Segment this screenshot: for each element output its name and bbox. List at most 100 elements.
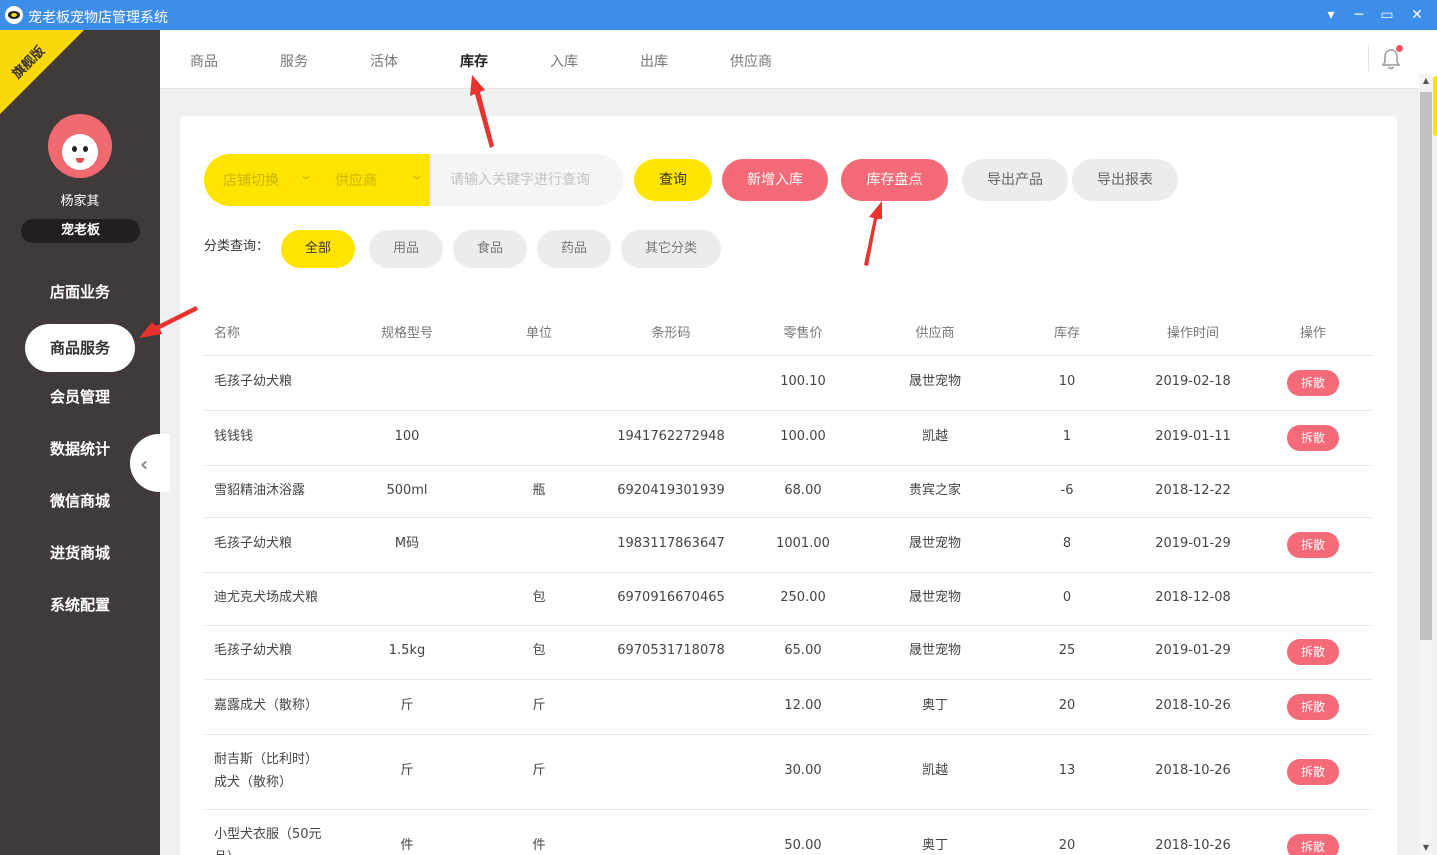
split-button[interactable]: 拆散 xyxy=(1287,370,1339,396)
split-button[interactable]: 拆散 xyxy=(1287,532,1339,558)
cell-spec: 1.5kg xyxy=(388,643,426,658)
cell-name: 毛孩子幼犬粮 xyxy=(214,536,293,551)
split-button[interactable]: 拆散 xyxy=(1287,834,1339,855)
cell-name: 雪貂精油沐浴露 xyxy=(214,483,306,498)
export-report-button[interactable]: 导出报表 xyxy=(1072,159,1178,201)
cell-unit: 瓶 xyxy=(532,483,546,498)
cell-supplier: 晟世宠物 xyxy=(908,643,961,658)
supplier-select[interactable]: 供应商 xyxy=(335,170,377,190)
store-switch-select[interactable]: 店铺切换 xyxy=(223,170,279,190)
sidebar-item-members[interactable]: 会员管理 xyxy=(25,373,135,421)
row-divider xyxy=(204,572,1373,573)
notification-dot xyxy=(1396,45,1403,52)
stocktake-button[interactable]: 库存盘点 xyxy=(841,159,948,201)
cell-name: 毛孩子幼犬粮 xyxy=(214,374,293,389)
cell-unit: 斤 xyxy=(532,698,546,713)
cell-spec: 500ml xyxy=(386,483,428,498)
split-button[interactable]: 拆散 xyxy=(1287,694,1339,720)
cell-time: 2019-01-29 xyxy=(1155,536,1231,551)
cell-name: 小型犬衣服（50元 xyxy=(214,827,322,842)
dropdown-menu-icon[interactable]: ▾ xyxy=(1318,3,1344,27)
category-food[interactable]: 食品 xyxy=(453,230,527,268)
cell-supplier: 奥丁 xyxy=(921,698,948,713)
new-stock-in-button[interactable]: 新增入库 xyxy=(722,159,828,201)
cell-name: 钱钱钱 xyxy=(214,429,254,444)
cell-name: 耐吉斯（比利时） xyxy=(214,752,319,767)
chevron-left-icon: ‹ xyxy=(140,452,149,476)
tab-stock-in[interactable]: 入库 xyxy=(550,51,578,71)
split-button[interactable]: 拆散 xyxy=(1287,425,1339,451)
sidebar-item-statistics[interactable]: 数据统计 xyxy=(25,425,135,473)
search-group: 店铺切换 ⌄ 供应商 ⌄ xyxy=(204,154,623,206)
cell-unit: 斤 xyxy=(532,763,546,778)
cell-time: 2019-02-18 xyxy=(1155,374,1231,389)
row-divider xyxy=(204,355,1373,356)
cell-time: 2018-10-26 xyxy=(1155,838,1231,853)
cell-supplier: 贵宾之家 xyxy=(908,483,961,498)
maximize-icon[interactable]: ▭ xyxy=(1374,3,1400,27)
scroll-up-icon[interactable]: ▲ xyxy=(1419,74,1433,88)
cell-supplier: 晟世宠物 xyxy=(908,374,961,389)
cell-unit: 件 xyxy=(532,838,546,853)
category-all[interactable]: 全部 xyxy=(281,230,355,268)
sidebar-item-store-business[interactable]: 店面业务 xyxy=(25,268,135,316)
scroll-down-icon[interactable]: ▼ xyxy=(1419,841,1433,855)
close-icon[interactable]: ✕ xyxy=(1404,3,1430,27)
column-header-name: 名称 xyxy=(214,326,241,341)
cell-barcode: 1983117863647 xyxy=(617,536,725,551)
sidebar: 旗舰版 杨家其 宠老板 店面业务 商品服务 会员管理 数据统计 微信商城 进货商… xyxy=(0,30,160,855)
tab-goods[interactable]: 商品 xyxy=(190,51,218,71)
cell-stock: 1 xyxy=(1062,429,1072,444)
cell-price: 100.10 xyxy=(780,374,826,389)
cell-price: 50.00 xyxy=(784,838,822,853)
column-header-time: 操作时间 xyxy=(1166,326,1219,341)
scrollbar-thumb[interactable] xyxy=(1420,92,1432,640)
sidebar-item-purchase-mall[interactable]: 进货商城 xyxy=(25,529,135,577)
query-button[interactable]: 查询 xyxy=(634,159,712,201)
cell-stock: 10 xyxy=(1058,374,1076,389)
search-input[interactable] xyxy=(430,154,623,206)
window-title: 宠老板宠物店管理系统 xyxy=(28,10,168,26)
row-divider xyxy=(204,465,1373,466)
cell-name: 毛孩子幼犬粮 xyxy=(214,643,293,658)
cell-stock: 13 xyxy=(1058,763,1076,778)
tab-live-animals[interactable]: 活体 xyxy=(370,51,398,71)
category-supplies[interactable]: 用品 xyxy=(369,230,443,268)
tab-stock-out[interactable]: 出库 xyxy=(640,51,668,71)
cell-stock: 20 xyxy=(1058,698,1076,713)
column-header-barcode: 条形码 xyxy=(651,326,691,341)
sidebar-item-settings[interactable]: 系统配置 xyxy=(25,581,135,629)
cell-spec: 斤 xyxy=(400,698,414,713)
cell-time: 2019-01-11 xyxy=(1155,429,1231,444)
cell-stock: -6 xyxy=(1060,483,1074,498)
cell-price: 250.00 xyxy=(780,590,826,605)
tab-suppliers[interactable]: 供应商 xyxy=(730,51,772,71)
cell-time: 2019-01-29 xyxy=(1155,643,1231,658)
export-products-button[interactable]: 导出产品 xyxy=(962,159,1068,201)
username: 杨家其 xyxy=(60,194,100,209)
category-medicine[interactable]: 药品 xyxy=(537,230,611,268)
cell-supplier: 晟世宠物 xyxy=(908,536,961,551)
cell-supplier: 奥丁 xyxy=(921,838,948,853)
sidebar-item-goods-services[interactable]: 商品服务 xyxy=(25,324,135,372)
split-button[interactable]: 拆散 xyxy=(1287,639,1339,665)
column-header-spec: 规格型号 xyxy=(380,326,433,341)
tab-inventory[interactable]: 库存 xyxy=(460,51,488,71)
tab-services[interactable]: 服务 xyxy=(280,51,308,71)
cell-spec: 斤 xyxy=(400,763,414,778)
sidebar-item-wechat-mall[interactable]: 微信商城 xyxy=(25,477,135,525)
minimize-icon[interactable]: ─ xyxy=(1346,3,1372,27)
cell-stock: 8 xyxy=(1062,536,1072,551)
cell-price: 30.00 xyxy=(784,763,822,778)
chevron-down-icon: ⌄ xyxy=(409,168,425,182)
split-button[interactable]: 拆散 xyxy=(1287,759,1339,785)
column-header-action: 操作 xyxy=(1299,326,1326,341)
cell-barcode: 6970531718078 xyxy=(617,643,725,658)
cell-price: 65.00 xyxy=(784,643,822,658)
cell-spec: 件 xyxy=(400,838,414,853)
cell-unit: 包 xyxy=(532,643,546,658)
avatar[interactable] xyxy=(48,114,112,178)
row-divider xyxy=(204,625,1373,626)
cell-name-line2: 品） xyxy=(214,847,240,855)
category-other[interactable]: 其它分类 xyxy=(621,230,721,268)
